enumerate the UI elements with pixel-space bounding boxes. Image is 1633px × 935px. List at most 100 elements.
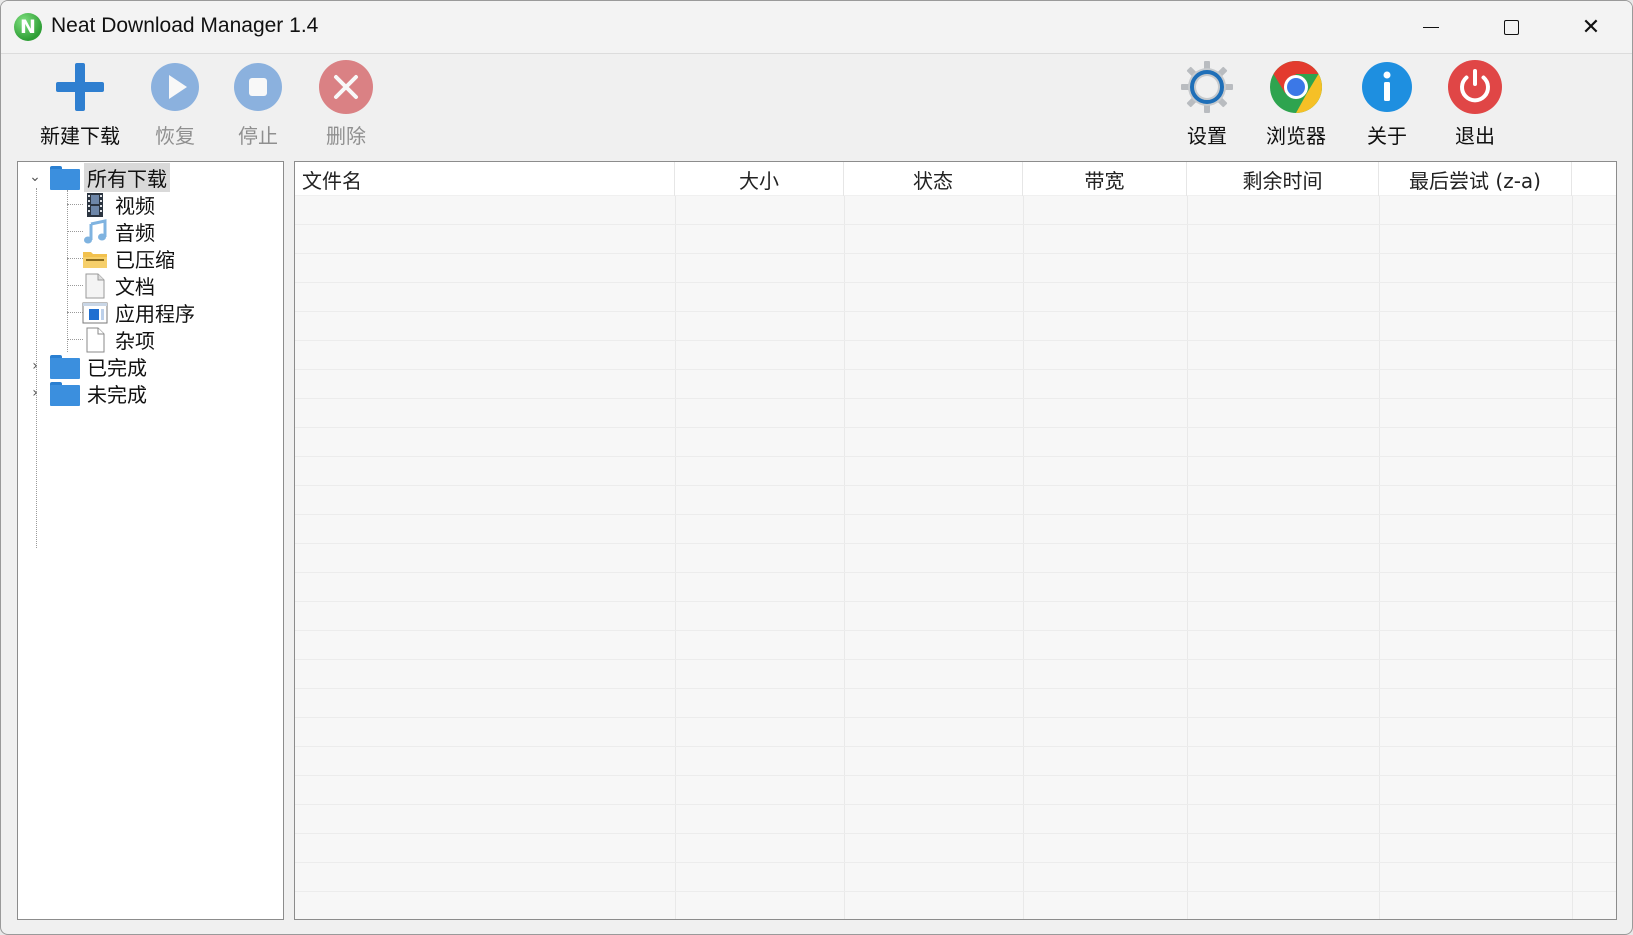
- grid-line: [295, 862, 1616, 863]
- archive-folder-icon: [82, 246, 108, 272]
- tree-item-documents[interactable]: 文档: [82, 272, 158, 299]
- list-header: 文件名 大小 状态 带宽 剩余时间 最后尝试 (z-a): [295, 162, 1616, 196]
- tree-connector: [67, 258, 83, 259]
- app-window: N Neat Download Manager 1.4 ✕ 新建下载 恢复 停止…: [0, 0, 1633, 935]
- grid-line: [295, 659, 1616, 660]
- column-label: 大小: [739, 168, 779, 193]
- tree-item-label: 应用程序: [115, 302, 195, 326]
- grid-line: [295, 282, 1616, 283]
- exit-button[interactable]: 退出: [1439, 54, 1511, 149]
- grid-line: [295, 224, 1616, 225]
- about-label: 关于: [1367, 124, 1407, 148]
- tree-item-label: 杂项: [115, 329, 155, 353]
- tree-item-compressed[interactable]: 已压缩: [82, 245, 178, 272]
- grid-line: [295, 630, 1616, 631]
- tree-item-applications[interactable]: 应用程序: [82, 299, 198, 326]
- stop-label: 停止: [238, 124, 278, 148]
- grid-line: [295, 456, 1616, 457]
- maximize-button[interactable]: [1471, 1, 1551, 54]
- grid-line: [295, 775, 1616, 776]
- collapse-icon[interactable]: ⌄: [28, 169, 42, 185]
- grid-line: [1187, 196, 1188, 919]
- tree-item-video[interactable]: 视频: [82, 191, 158, 218]
- tree-item-label: 视频: [115, 194, 155, 218]
- power-icon: [1447, 59, 1503, 115]
- resume-label: 恢复: [155, 124, 195, 148]
- column-label: 最后尝试 (z-a): [1409, 168, 1541, 193]
- grid-line: [295, 311, 1616, 312]
- app-logo-icon: N: [14, 13, 42, 41]
- grid-line: [295, 340, 1616, 341]
- tree-item-incomplete[interactable]: 未完成: [50, 380, 150, 407]
- stop-icon: [230, 59, 286, 115]
- grid-line: [1572, 196, 1573, 919]
- tree-item-label: 文档: [115, 275, 155, 299]
- tree-connector: [67, 312, 83, 313]
- new-download-button[interactable]: 新建下载: [35, 54, 125, 149]
- title-bar: N Neat Download Manager 1.4 ✕: [1, 1, 1632, 54]
- download-list[interactable]: 文件名 大小 状态 带宽 剩余时间 最后尝试 (z-a): [294, 161, 1617, 920]
- expand-icon[interactable]: ›: [28, 385, 42, 401]
- folder-icon: [50, 354, 80, 379]
- maximize-icon: [1503, 20, 1519, 35]
- browser-button[interactable]: 浏览器: [1253, 54, 1339, 149]
- tree-item-label: 已完成: [87, 356, 147, 380]
- expand-icon[interactable]: ›: [28, 358, 42, 374]
- grid-line: [295, 891, 1616, 892]
- column-header-bandwidth[interactable]: 带宽: [1023, 162, 1187, 196]
- column-header-status[interactable]: 状态: [844, 162, 1023, 196]
- settings-label: 设置: [1187, 124, 1227, 148]
- delete-icon: [318, 59, 374, 115]
- tree-connector: [67, 339, 83, 340]
- tree-item-label: 未完成: [87, 383, 147, 407]
- music-icon: [82, 218, 108, 245]
- grid-line: [295, 746, 1616, 747]
- tree-item-completed[interactable]: 已完成: [50, 353, 150, 380]
- minimize-button[interactable]: [1391, 1, 1471, 54]
- browser-label: 浏览器: [1266, 124, 1326, 148]
- plus-icon: [52, 59, 108, 115]
- column-header-last-try[interactable]: 最后尝试 (z-a): [1379, 162, 1572, 196]
- tree-item-misc[interactable]: 杂项: [82, 326, 158, 353]
- tree-item-label: 已压缩: [115, 248, 175, 272]
- folder-icon: [50, 381, 80, 406]
- settings-button[interactable]: 设置: [1171, 54, 1243, 149]
- grid-line: [295, 253, 1616, 254]
- tree-connector: [67, 231, 83, 232]
- column-label: 状态: [913, 168, 953, 193]
- tree-connector: [67, 190, 68, 352]
- folder-icon: [50, 165, 80, 190]
- toolbar: 新建下载 恢复 停止 删除 设置 浏览器 关于 退出: [1, 54, 1632, 159]
- play-icon: [147, 59, 203, 115]
- close-button[interactable]: ✕: [1551, 1, 1631, 54]
- grid-line: [295, 543, 1616, 544]
- about-button[interactable]: 关于: [1351, 54, 1423, 149]
- column-label: 带宽: [1084, 168, 1125, 193]
- grid-line: [295, 369, 1616, 370]
- window-title: Neat Download Manager 1.4: [51, 14, 319, 37]
- category-tree[interactable]: ⌄ 所有下载 视频 音频 已压缩 文档 应用程序 杂项 › 已完成 › 未完成: [17, 161, 284, 920]
- stop-button[interactable]: 停止: [221, 54, 295, 149]
- application-icon: [82, 300, 108, 326]
- tree-item-all-downloads[interactable]: 所有下载: [50, 163, 170, 192]
- column-header-filename[interactable]: 文件名: [295, 162, 675, 196]
- tree-item-label: 音频: [115, 221, 155, 245]
- info-icon: [1359, 59, 1415, 115]
- grid-line: [295, 688, 1616, 689]
- resume-button[interactable]: 恢复: [138, 54, 212, 149]
- grid-line: [675, 196, 676, 919]
- column-header-size[interactable]: 大小: [675, 162, 844, 196]
- grid-line: [1023, 196, 1024, 919]
- tree-item-audio[interactable]: 音频: [82, 218, 158, 245]
- grid-line: [295, 601, 1616, 602]
- grid-line: [1379, 196, 1380, 919]
- minimize-icon: [1423, 26, 1439, 29]
- delete-button[interactable]: 删除: [309, 54, 383, 149]
- chrome-icon: [1268, 59, 1324, 115]
- grid-line: [295, 485, 1616, 486]
- grid-line: [295, 427, 1616, 428]
- delete-label: 删除: [326, 124, 366, 148]
- column-label: 文件名: [302, 168, 362, 193]
- grid-line: [295, 833, 1616, 834]
- column-header-time-left[interactable]: 剩余时间: [1187, 162, 1379, 196]
